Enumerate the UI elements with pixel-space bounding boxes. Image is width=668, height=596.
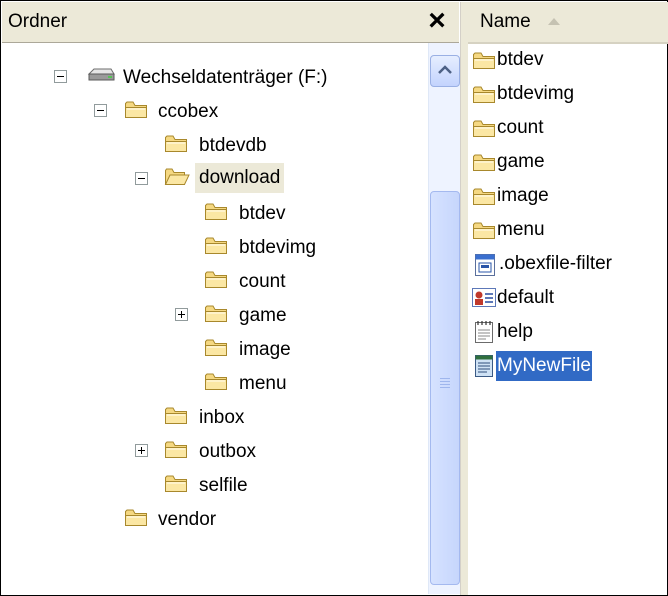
folder-icon — [472, 117, 496, 145]
tree-label-inbox[interactable]: inbox — [195, 403, 248, 433]
tree-label-download[interactable]: download — [195, 163, 285, 193]
folder-icon — [472, 49, 496, 77]
list-item-label: game — [497, 151, 545, 172]
chevron-up-icon — [438, 65, 452, 74]
list-item[interactable]: game — [472, 149, 662, 175]
tree-node-download: download — [2, 163, 422, 193]
tree-node-menu: menu — [2, 369, 422, 395]
tree-label-btdevimg[interactable]: btdevimg — [235, 233, 320, 263]
folder-icon — [204, 302, 228, 330]
tree-label-drive[interactable]: Wechseldatenträger (F:) — [119, 63, 332, 93]
tree-node-btdevdb: btdevdb — [2, 131, 422, 157]
tree-node-btdev: btdev — [2, 199, 422, 225]
drive-icon — [87, 67, 115, 91]
folder-icon — [124, 506, 148, 534]
list-item[interactable]: btdevimg — [472, 81, 662, 107]
tree-label-game[interactable]: game — [235, 301, 291, 331]
list-item[interactable]: image — [472, 183, 662, 209]
tree-label-btdev[interactable]: btdev — [235, 199, 289, 229]
window-file-icon — [474, 253, 496, 283]
collapse-icon[interactable] — [54, 70, 67, 83]
list-item-label: btdev — [497, 49, 544, 70]
folder-pane-header: Ordner × — [2, 2, 459, 43]
expand-icon[interactable] — [175, 308, 188, 321]
list-item-label: btdevimg — [497, 83, 575, 104]
tree-label-image[interactable]: image — [235, 335, 295, 365]
folder-icon — [204, 268, 228, 296]
open-folder-icon — [164, 165, 190, 193]
tree-node-drive: Wechseldatenträger (F:) — [2, 63, 422, 89]
tree-node-inbox: inbox — [2, 403, 422, 429]
folder-icon — [164, 132, 188, 160]
contact-card-icon — [472, 288, 496, 314]
folder-icon — [164, 472, 188, 500]
folder-icon — [124, 98, 148, 126]
tree-node-vendor: vendor — [2, 505, 422, 531]
list-item[interactable]: .obexfile-filter — [472, 251, 662, 277]
folder-icon — [472, 83, 496, 111]
folder-icon — [204, 200, 228, 228]
folder-tree: Wechseldatenträger (F:) ccobex btdevdb d… — [2, 43, 428, 594]
list-item-label: default — [497, 287, 555, 308]
notepad-icon — [474, 320, 494, 350]
list-item-label: MyNewFile — [496, 351, 592, 381]
list-item[interactable]: default — [472, 285, 662, 311]
folder-icon — [164, 404, 188, 432]
list-item-label: count — [497, 117, 544, 138]
scroll-thumb[interactable] — [430, 191, 460, 585]
close-icon[interactable]: × — [422, 4, 452, 38]
tree-label-count[interactable]: count — [235, 267, 289, 297]
tree-node-selfile: selfile — [2, 471, 422, 497]
list-item-label: menu — [497, 219, 545, 240]
tree-label-vendor[interactable]: vendor — [154, 505, 220, 535]
tree-node-image: image — [2, 335, 422, 361]
tree-scrollbar[interactable] — [428, 43, 461, 594]
column-header-name[interactable]: Name — [480, 11, 600, 33]
tree-label-menu[interactable]: menu — [235, 369, 291, 399]
tree-node-btdevimg: btdevimg — [2, 233, 422, 259]
list-item-label: help — [497, 321, 533, 342]
folder-icon — [472, 219, 496, 247]
folder-icon — [204, 336, 228, 364]
tree-label-outbox[interactable]: outbox — [195, 437, 260, 467]
tree-node-count: count — [2, 267, 422, 293]
tree-label-ccobex[interactable]: ccobex — [154, 97, 222, 127]
sort-ascending-icon — [546, 11, 562, 33]
file-list: btdev btdevimg count game image menu .ob… — [468, 45, 668, 595]
text-file-icon — [474, 354, 494, 384]
collapse-icon[interactable] — [94, 104, 107, 117]
tree-node-outbox: outbox — [2, 437, 422, 463]
tree-node-ccobex: ccobex — [2, 97, 422, 123]
explorer-window: Ordner × Wechseldatenträger (F:) ccobex — [0, 0, 668, 596]
collapse-icon[interactable] — [135, 172, 148, 185]
list-item[interactable]: count — [472, 115, 662, 141]
list-item-selected[interactable]: MyNewFile — [472, 351, 662, 381]
list-item-label: image — [497, 185, 549, 206]
pane-splitter[interactable] — [460, 2, 468, 595]
expand-icon[interactable] — [135, 444, 148, 457]
file-list-header: Name — [468, 2, 668, 44]
folder-pane-title: Ordner — [8, 11, 68, 32]
list-item-label: .obexfile-filter — [499, 253, 612, 274]
folder-icon — [472, 185, 496, 213]
tree-label-selfile[interactable]: selfile — [195, 471, 252, 501]
tree-label-btdevdb[interactable]: btdevdb — [195, 131, 271, 161]
tree-node-game: game — [2, 301, 422, 327]
folder-icon — [204, 234, 228, 262]
folder-icon — [204, 370, 228, 398]
folder-icon — [472, 151, 496, 179]
list-item[interactable]: help — [472, 319, 662, 345]
list-item[interactable]: menu — [472, 217, 662, 243]
list-item[interactable]: btdev — [472, 47, 662, 73]
folder-icon — [164, 438, 188, 466]
scroll-up-button[interactable] — [430, 55, 460, 87]
